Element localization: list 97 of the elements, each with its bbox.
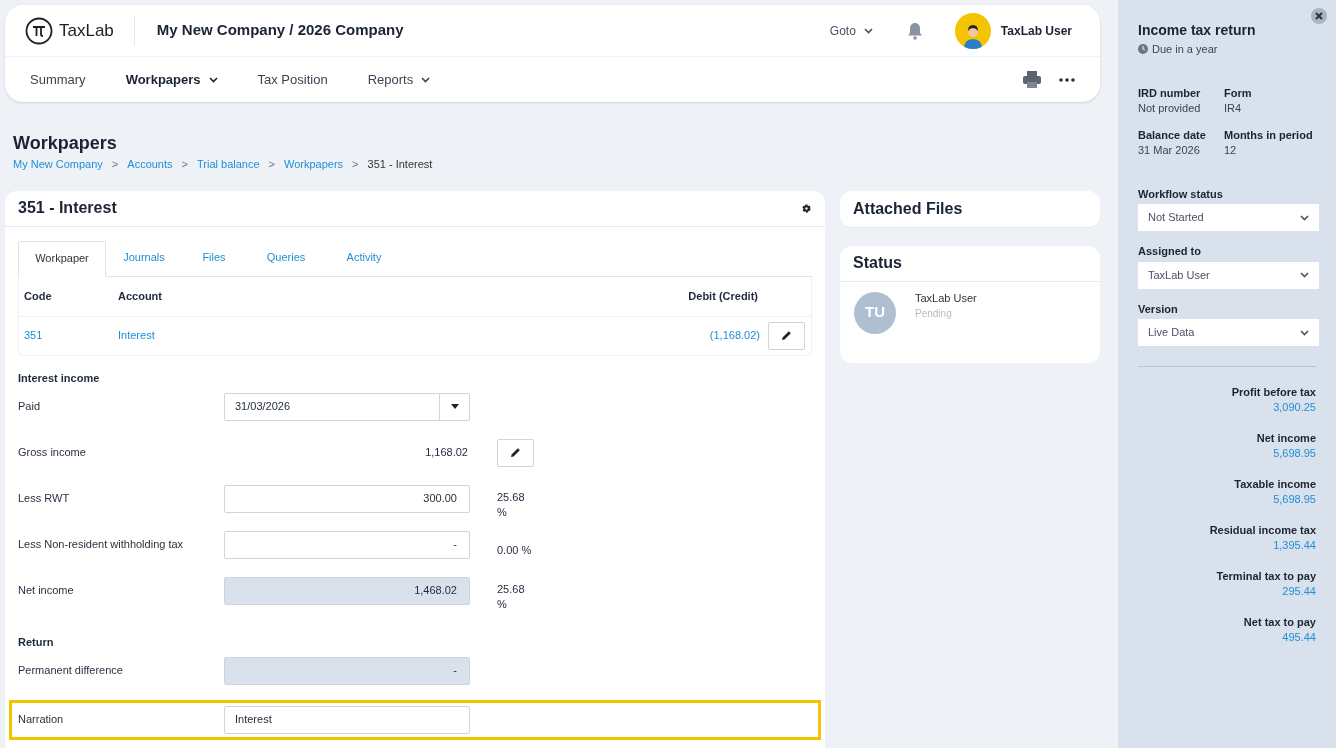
select-label: Assigned to <box>1138 244 1202 259</box>
field-label: Net income <box>18 584 74 597</box>
tab[interactable]: Journals <box>106 239 182 276</box>
field-value: 1,168.02 <box>425 446 468 459</box>
section-heading: Return <box>18 634 55 648</box>
field-label: Paid <box>18 400 41 413</box>
panel-title: Income tax return <box>1138 21 1257 40</box>
summary-label: Net income <box>1256 431 1316 446</box>
code-link[interactable]: 351 <box>19 327 118 344</box>
percent-text: 25.68 % <box>497 581 526 612</box>
detail-value: Not provided <box>1138 100 1202 116</box>
select-label: Version <box>1138 301 1179 317</box>
breadcrumb-separator: > <box>268 157 275 172</box>
chevron-down-icon <box>1300 329 1309 336</box>
date-field[interactable]: 31/03/2026 <box>224 392 470 421</box>
pencil-icon <box>781 330 792 341</box>
card-title: Status <box>853 253 902 273</box>
summary-value: 5,698.95 <box>1273 446 1316 461</box>
summary-value: 1,395.44 <box>1273 538 1316 553</box>
due-text: Due in a year <box>1152 42 1218 57</box>
nav-tab[interactable]: Tax Position <box>257 69 328 90</box>
card-title: 351 - Interest <box>18 198 117 218</box>
text-input[interactable]: Interest <box>224 705 470 734</box>
tab[interactable]: Activity <box>326 239 402 276</box>
field-label: Narration <box>18 713 64 726</box>
detail-label: Months in period <box>1224 127 1314 143</box>
goto-dropdown[interactable]: Goto <box>829 21 873 40</box>
detail-value: 31 Mar 2026 <box>1138 142 1201 158</box>
amount-link[interactable]: (1,168.02) <box>709 329 760 342</box>
logo-text: TaxLab <box>59 19 114 42</box>
breadcrumb-separator: > <box>181 157 188 172</box>
chevron-down-icon <box>421 76 431 83</box>
select-dropdown[interactable]: TaxLab User <box>1138 261 1319 289</box>
chevron-down-icon <box>863 27 873 34</box>
readonly-field: - <box>224 656 470 685</box>
summary-label: Net tax to pay <box>1243 615 1316 630</box>
page-title: Workpapers <box>13 132 118 154</box>
nav-tab[interactable]: Summary <box>30 69 86 90</box>
logo-icon <box>25 16 53 45</box>
status-text: Pending <box>915 307 953 322</box>
edit-button[interactable] <box>768 321 805 350</box>
field-label: Permanent difference <box>18 664 123 677</box>
detail-label: Balance date <box>1138 127 1207 143</box>
breadcrumb-separator: > <box>352 157 359 172</box>
chevron-down-icon <box>208 76 218 83</box>
user-avatar: TU <box>854 291 896 334</box>
field-label: Gross income <box>18 446 86 459</box>
printer-icon[interactable] <box>1023 71 1041 88</box>
user-name: TaxLab User <box>915 290 977 306</box>
nav-tab[interactable]: Reports <box>367 69 431 90</box>
select-label: Workflow status <box>1138 186 1224 202</box>
section-heading: Interest income <box>18 370 101 384</box>
select-dropdown[interactable]: Not Started <box>1138 204 1319 231</box>
summary-value: 495.44 <box>1282 630 1316 645</box>
user-name[interactable]: TaxLab User <box>1000 21 1072 40</box>
column-header: Code <box>23 288 53 304</box>
dropdown-caret-icon <box>450 404 459 409</box>
detail-value: IR4 <box>1224 100 1243 116</box>
edit-button[interactable] <box>497 438 534 467</box>
close-icon[interactable] <box>1311 8 1327 24</box>
column-header: Debit (Credit) <box>687 288 759 304</box>
summary-label: Profit before tax <box>1231 385 1316 400</box>
summary-label: Residual income tax <box>1209 523 1316 538</box>
summary-value: 5,698.95 <box>1273 492 1316 507</box>
select-dropdown[interactable]: Live Data <box>1138 319 1319 346</box>
pencil-icon <box>510 447 521 458</box>
bell-icon[interactable] <box>906 21 923 40</box>
chevron-down-icon <box>1300 272 1309 278</box>
tab[interactable]: Files <box>182 239 246 276</box>
detail-label: IRD number <box>1138 85 1202 101</box>
breadcrumb-current: 351 - Interest <box>367 157 433 172</box>
tab[interactable]: Queries <box>246 239 326 276</box>
company-title: My New Company / 2026 Company <box>156 20 404 41</box>
tab[interactable]: Workpaper <box>18 240 106 277</box>
breadcrumb-separator: > <box>111 157 119 172</box>
field-label: Less Non-resident withholding tax <box>18 538 184 551</box>
number-input[interactable]: 300.00 <box>224 484 470 513</box>
settings-icon[interactable] <box>801 202 812 214</box>
readonly-field: 1,468.02 <box>224 576 470 605</box>
account-link[interactable]: Interest <box>118 329 155 342</box>
column-header: Account <box>118 288 163 304</box>
summary-value: 3,090.25 <box>1273 400 1316 415</box>
number-input[interactable]: - <box>224 530 470 559</box>
nav-tab[interactable]: Workpapers <box>125 69 218 90</box>
summary-label: Terminal tax to pay <box>1216 569 1316 584</box>
user-avatar[interactable] <box>954 12 991 49</box>
percent-text: 0.00 % <box>497 543 533 558</box>
card-title: Attached Files <box>853 198 963 219</box>
summary-label: Taxable income <box>1234 477 1316 492</box>
field-label: Less RWT <box>18 492 70 505</box>
more-icon[interactable] <box>1059 77 1075 82</box>
summary-value: 295.44 <box>1282 584 1316 599</box>
clock-icon <box>1138 44 1148 55</box>
percent-text: 25.68 % <box>497 489 526 520</box>
detail-value: 12 <box>1224 142 1238 158</box>
chevron-down-icon <box>1300 214 1309 221</box>
detail-label: Form <box>1224 85 1253 101</box>
